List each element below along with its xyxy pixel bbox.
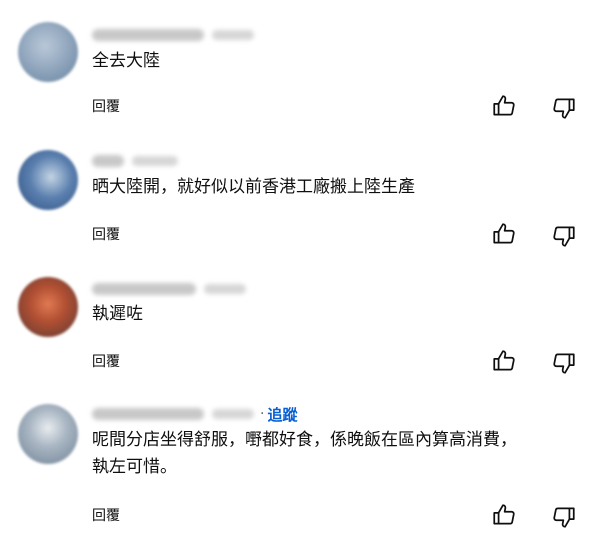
timestamp-blurred[interactable] — [132, 156, 178, 166]
separator-dot: · — [260, 406, 265, 422]
author-name-blurred[interactable] — [92, 155, 124, 167]
comment-header: · 追蹤 — [92, 404, 297, 425]
avatar[interactable] — [18, 22, 78, 82]
like-icon[interactable] — [490, 347, 518, 375]
comment-header — [92, 280, 246, 298]
comment-text: 晒大陸開，就好似以前香港工廠搬上陸生產 — [92, 177, 415, 197]
timestamp-blurred[interactable] — [212, 30, 254, 40]
like-icon[interactable] — [490, 220, 518, 248]
comment-header — [92, 26, 254, 44]
dislike-icon[interactable] — [550, 349, 578, 377]
author-name-blurred[interactable] — [92, 283, 196, 295]
dislike-icon[interactable] — [550, 222, 578, 250]
timestamp-blurred[interactable] — [204, 284, 246, 294]
dislike-icon[interactable] — [550, 503, 578, 531]
dislike-icon[interactable] — [550, 94, 578, 122]
reply-button[interactable]: 回覆 — [92, 505, 120, 525]
avatar[interactable] — [18, 404, 78, 464]
reply-button[interactable]: 回覆 — [92, 224, 120, 244]
like-icon[interactable] — [490, 501, 518, 529]
reply-button[interactable]: 回覆 — [92, 351, 120, 371]
follow-button[interactable]: 追蹤 — [267, 404, 297, 425]
avatar[interactable] — [18, 277, 78, 337]
like-icon[interactable] — [490, 92, 518, 120]
comment-text: 執遲咗 — [92, 304, 143, 324]
comment-header — [92, 152, 178, 170]
comment-text: 全去大陸 — [92, 51, 160, 71]
author-name-blurred[interactable] — [92, 408, 204, 420]
reply-button[interactable]: 回覆 — [92, 96, 120, 116]
timestamp-blurred[interactable] — [212, 409, 254, 419]
author-name-blurred[interactable] — [92, 29, 204, 41]
avatar[interactable] — [18, 150, 78, 210]
comment-text: 呢間分店坐得舒服，嘢都好食，係晚飯在區內算高消費， 執左可惜。 — [92, 430, 517, 477]
